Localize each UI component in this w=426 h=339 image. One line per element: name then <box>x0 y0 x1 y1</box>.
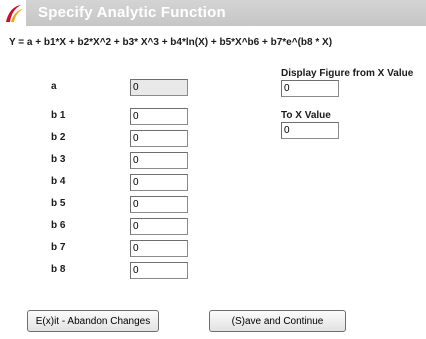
from-x-label: Display Figure from X Value <box>281 68 414 79</box>
param-label-a: a <box>51 81 57 92</box>
param-input-b1[interactable] <box>130 108 188 125</box>
title-bar: Specify Analytic Function <box>0 0 426 26</box>
param-input-b8[interactable] <box>130 262 188 279</box>
param-label-b6: b 6 <box>51 220 66 231</box>
param-input-a[interactable] <box>130 79 188 96</box>
param-input-b2[interactable] <box>130 130 188 147</box>
app-logo-icon <box>0 0 26 26</box>
from-x-input[interactable] <box>281 80 339 97</box>
save-button[interactable]: (S)ave and Continue <box>209 310 346 332</box>
param-input-b4[interactable] <box>130 174 188 191</box>
param-input-b7[interactable] <box>130 240 188 257</box>
param-label-b2: b 2 <box>51 132 66 143</box>
param-label-b7: b 7 <box>51 242 66 253</box>
formula-text: Y = a + b1*X + b2*X^2 + b3* X^3 + b4*ln(… <box>9 37 333 48</box>
param-input-b3[interactable] <box>130 152 188 169</box>
param-input-b6[interactable] <box>130 218 188 235</box>
param-input-b5[interactable] <box>130 196 188 213</box>
param-label-b8: b 8 <box>51 264 66 275</box>
to-x-input[interactable] <box>281 122 339 139</box>
param-label-b3: b 3 <box>51 154 66 165</box>
param-label-b4: b 4 <box>51 176 66 187</box>
exit-button[interactable]: E(x)it - Abandon Changes <box>27 310 159 332</box>
param-label-b1: b 1 <box>51 110 66 121</box>
window-title: Specify Analytic Function <box>38 4 226 21</box>
to-x-label: To X Value <box>281 110 331 121</box>
param-label-b5: b 5 <box>51 198 66 209</box>
